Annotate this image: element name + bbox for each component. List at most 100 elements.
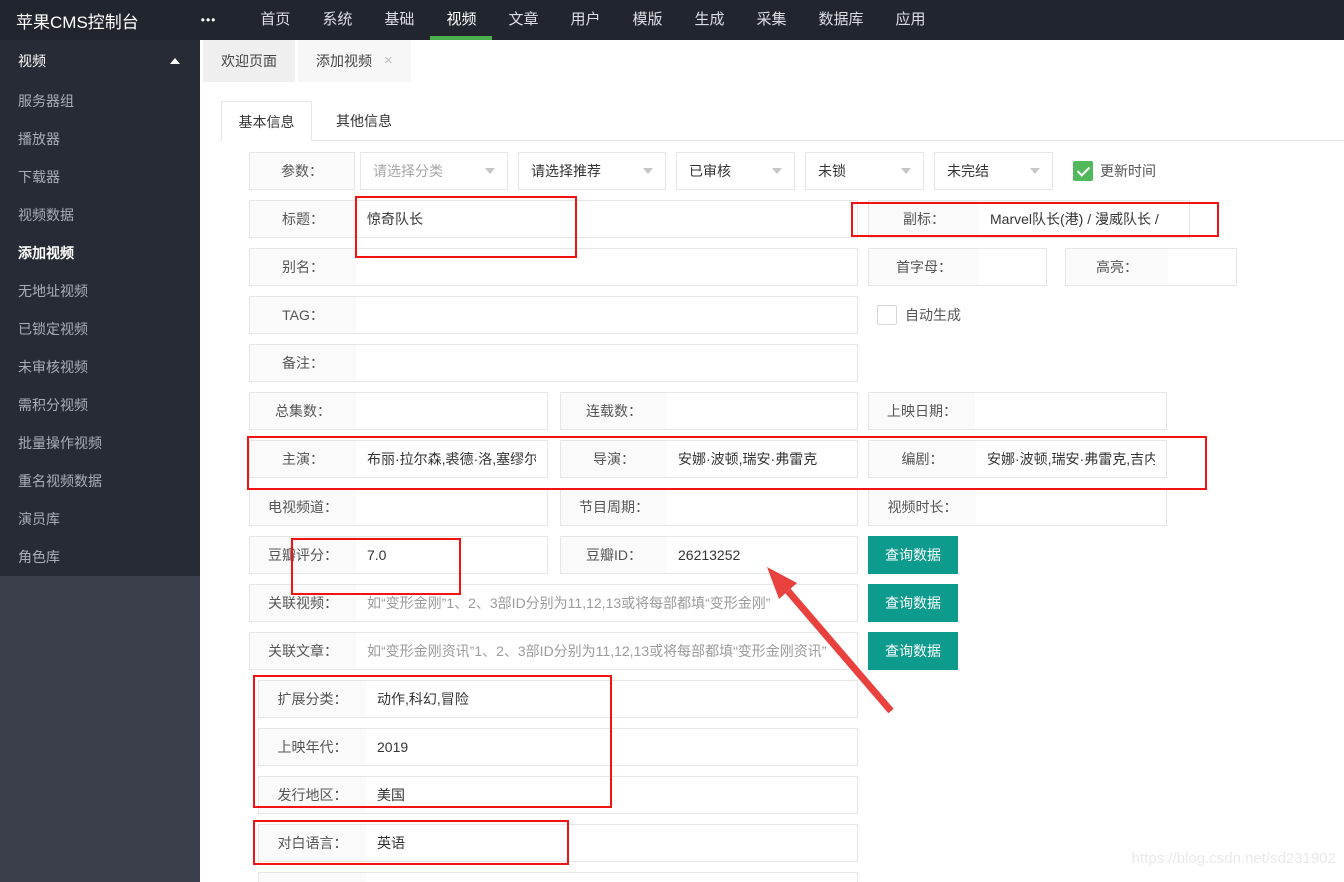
release-date-input[interactable] (975, 393, 1166, 429)
release-year-field: 上映年代： (258, 728, 858, 766)
nav-item-template[interactable]: 模版 (616, 0, 678, 40)
update-time-checkbox[interactable] (1073, 161, 1093, 181)
sidebar-item-player[interactable]: 播放器 (0, 120, 200, 158)
subtitle-label: 副标： (869, 201, 979, 237)
duration-label: 视频时长： (869, 489, 976, 525)
tv-channel-label: 电视频道： (250, 489, 356, 525)
nav-item-database[interactable]: 数据库 (803, 0, 880, 40)
params-label: 参数： (249, 152, 355, 190)
douban-score-input[interactable] (356, 537, 547, 573)
tab-add-video[interactable]: 添加视频 × (298, 40, 411, 82)
sidebar-item-points-video[interactable]: 需积分视频 (0, 386, 200, 424)
sidebar-group-video[interactable]: 视频 (0, 40, 200, 82)
serial-status-select[interactable]: 未完结 (934, 152, 1053, 190)
lock-status-select[interactable]: 未锁 (805, 152, 924, 190)
program-cycle-input[interactable] (667, 489, 857, 525)
tag-input[interactable] (356, 297, 857, 333)
related-article-query-button[interactable]: 查询数据 (868, 632, 958, 670)
initial-label: 首字母： (869, 249, 979, 285)
tab-other-info[interactable]: 其他信息 (318, 101, 410, 141)
watermark: https://blog.csdn.net/sd231902 (1132, 850, 1336, 867)
nav-item-generate[interactable]: 生成 (679, 0, 741, 40)
tab-welcome[interactable]: 欢迎页面 (203, 40, 295, 82)
initial-field: 首字母： (868, 248, 1047, 286)
nav-item-system[interactable]: 系统 (306, 0, 368, 40)
alias-label: 别名： (250, 249, 356, 285)
related-video-label: 关联视频： (250, 585, 356, 621)
highlight-input[interactable] (1168, 249, 1236, 285)
release-year-label: 上映年代： (259, 729, 366, 765)
sidebar-item-server-group[interactable]: 服务器组 (0, 82, 200, 120)
writer-field: 编剧： (868, 440, 1167, 478)
sidebar-item-add-video[interactable]: 添加视频 (0, 234, 200, 272)
title-input[interactable] (356, 201, 857, 237)
recommend-select[interactable]: 请选择推荐 (518, 152, 666, 190)
sidebar-item-no-url-video[interactable]: 无地址视频 (0, 272, 200, 310)
actors-field: 主演： (249, 440, 548, 478)
more-menu-icon[interactable]: ••• (201, 13, 217, 27)
program-cycle-field: 节目周期： (560, 488, 858, 526)
chevron-down-icon (643, 168, 653, 174)
nav-item-app[interactable]: 应用 (880, 0, 942, 40)
related-video-field: 关联视频： (249, 584, 858, 622)
nav-item-collect[interactable]: 采集 (741, 0, 803, 40)
sidebar-item-duplicate-video-data[interactable]: 重名视频数据 (0, 462, 200, 500)
related-article-input[interactable] (356, 633, 857, 669)
tab-basic-info[interactable]: 基本信息 (221, 101, 312, 141)
top-nav: 苹果CMS控制台 ••• 首页 系统 基础 视频 文章 用户 模版 生成 采集 … (0, 0, 1344, 40)
ext-category-label: 扩展分类： (259, 681, 366, 717)
subtitle-input[interactable] (979, 201, 1189, 237)
nav-item-article[interactable]: 文章 (492, 0, 554, 40)
related-video-query-button[interactable]: 查询数据 (868, 584, 958, 622)
sidebar-item-downloader[interactable]: 下载器 (0, 158, 200, 196)
nav-item-video[interactable]: 视频 (430, 0, 492, 40)
sidebar-item-actor-library[interactable]: 演员库 (0, 500, 200, 538)
category-select[interactable]: 请选择分类 (360, 152, 508, 190)
partial-bottom-input[interactable] (366, 873, 857, 882)
sidebar-item-locked-video[interactable]: 已锁定视频 (0, 310, 200, 348)
release-area-input[interactable] (366, 777, 857, 813)
audit-status-select[interactable]: 已审核 (676, 152, 795, 190)
close-tab-icon[interactable]: × (384, 40, 393, 82)
douban-score-field: 豆瓣评分： (249, 536, 548, 574)
note-field: 备注： (249, 344, 858, 382)
highlight-label: 高亮： (1066, 249, 1168, 285)
initial-input[interactable] (979, 249, 1046, 285)
auto-generate-checkbox[interactable] (877, 305, 897, 325)
tab-add-video-label: 添加视频 (316, 40, 372, 82)
sidebar-menu-panel: 视频 服务器组 播放器 下载器 视频数据 添加视频 无地址视频 已锁定视频 未审… (0, 40, 200, 576)
nav-item-basic[interactable]: 基础 (368, 0, 430, 40)
douban-id-input[interactable] (667, 537, 857, 573)
chevron-up-icon (170, 58, 180, 64)
sidebar-item-role-library[interactable]: 角色库 (0, 538, 200, 576)
sidebar-item-unaudited-video[interactable]: 未审核视频 (0, 348, 200, 386)
nav-item-home[interactable]: 首页 (244, 0, 306, 40)
recommend-select-value: 请选择推荐 (531, 161, 601, 181)
title-label: 标题： (250, 201, 356, 237)
sidebar: 视频 服务器组 播放器 下载器 视频数据 添加视频 无地址视频 已锁定视频 未审… (0, 40, 200, 882)
release-date-label: 上映日期： (869, 393, 975, 429)
tag-field: TAG： (249, 296, 858, 334)
update-time-label: 更新时间 (1100, 161, 1156, 181)
douban-query-button[interactable]: 查询数据 (868, 536, 958, 574)
partial-bottom-label (259, 873, 366, 882)
writer-input[interactable] (976, 441, 1166, 477)
nav-item-user[interactable]: 用户 (554, 0, 616, 40)
duration-input[interactable] (976, 489, 1166, 525)
tv-channel-input[interactable] (356, 489, 547, 525)
dialog-language-input[interactable] (366, 825, 857, 861)
related-video-input[interactable] (356, 585, 857, 621)
sidebar-item-batch-operate-video[interactable]: 批量操作视频 (0, 424, 200, 462)
chevron-down-icon (772, 168, 782, 174)
total-episodes-input[interactable] (356, 393, 547, 429)
director-input[interactable] (667, 441, 857, 477)
note-input[interactable] (356, 345, 857, 381)
release-year-input[interactable] (366, 729, 857, 765)
main-menu: 首页 系统 基础 视频 文章 用户 模版 生成 采集 数据库 应用 (244, 0, 941, 40)
ext-category-input[interactable] (366, 681, 857, 717)
serial-count-input[interactable] (667, 393, 857, 429)
sidebar-item-video-data[interactable]: 视频数据 (0, 196, 200, 234)
release-date-field: 上映日期： (868, 392, 1167, 430)
actors-input[interactable] (356, 441, 547, 477)
alias-input[interactable] (356, 249, 857, 285)
